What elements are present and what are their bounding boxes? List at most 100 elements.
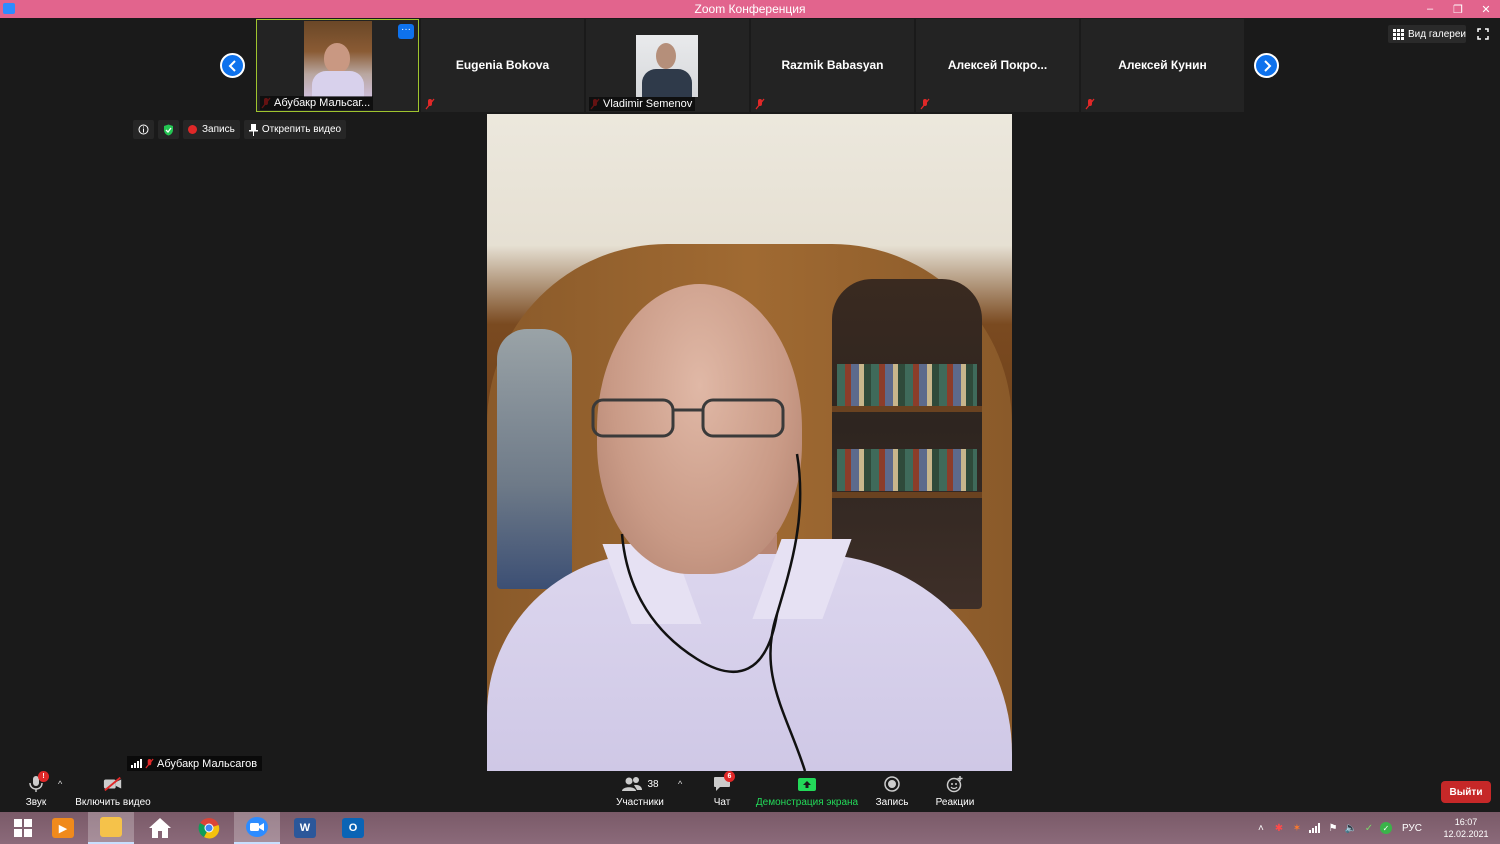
zoom-app-icon — [3, 3, 15, 14]
taskbar-chrome[interactable] — [186, 812, 232, 844]
taskbar-word[interactable]: W — [282, 812, 328, 844]
close-button[interactable]: ✕ — [1472, 0, 1500, 18]
audio-button[interactable]: ! Звук — [16, 771, 56, 812]
chevron-left-icon — [228, 59, 236, 72]
network-icon[interactable] — [1308, 821, 1322, 835]
record-icon — [884, 776, 900, 792]
share-screen-icon — [798, 777, 816, 791]
participants-button[interactable]: 38 Участники — [612, 772, 668, 812]
participant-tile[interactable]: Алексей Кунин — [1081, 19, 1244, 112]
grid-icon — [1393, 28, 1404, 40]
system-tray: ˄ ✱ ✶ ⚑ 🔈 ✓ ✓ РУС 16:07 12.02.2021 — [1252, 812, 1500, 844]
chat-label: Чат — [713, 797, 731, 808]
info-icon — [138, 124, 149, 135]
speaker-name: Абубакр Мальсагов — [157, 757, 258, 770]
recording-dot-icon — [188, 125, 197, 134]
participant-name: Алексей Кунин — [1118, 58, 1207, 72]
clock[interactable]: 16:07 12.02.2021 — [1436, 816, 1496, 840]
start-video-label: Включить видео — [75, 797, 151, 808]
participants-count: 38 — [647, 778, 659, 790]
window-title: Zoom Конференция — [694, 2, 806, 16]
participant-tile-self[interactable]: ··· Абубакр Мальсаг... — [256, 19, 419, 112]
recording-indicator[interactable]: Запись — [183, 120, 240, 139]
participant-tile[interactable]: Vladimir Semenov — [586, 19, 749, 112]
tray-chevron-up-icon[interactable]: ˄ — [1254, 821, 1268, 835]
participant-tile[interactable]: Алексей Покро... — [916, 19, 1079, 112]
tile-more-button[interactable]: ··· — [398, 24, 414, 39]
recording-label: Запись — [202, 124, 235, 135]
gallery-view-button[interactable]: Вид галереи — [1388, 25, 1466, 43]
media-player-icon: ▶ — [52, 818, 74, 838]
flag-icon[interactable]: ⚑ — [1326, 821, 1340, 835]
participant-name: Eugenia Bokova — [455, 58, 550, 72]
gallery-view-label: Вид галереи — [1408, 28, 1466, 40]
shield-icon — [164, 124, 173, 135]
taskbar-home[interactable] — [137, 812, 183, 844]
windows-logo-icon — [14, 819, 32, 837]
participant-tile[interactable]: Razmik Babasyan — [751, 19, 914, 112]
participant-name: Абубакр Мальсаг... — [260, 96, 374, 110]
taskbar-media-player[interactable]: ▶ — [40, 812, 86, 844]
gallery-prev-button[interactable] — [220, 53, 245, 78]
reactions-label: Реакции — [935, 797, 975, 808]
leave-meeting-button[interactable]: Выйти — [1441, 781, 1491, 803]
chat-button[interactable]: 6 Чат — [705, 771, 739, 812]
check-icon[interactable]: ✓ — [1379, 822, 1392, 834]
zoom-icon — [246, 817, 268, 837]
start-video-button[interactable]: Включить видео — [72, 772, 154, 812]
mic-muted-icon — [425, 98, 435, 110]
reactions-button[interactable]: Реакции — [932, 772, 978, 812]
minimize-button[interactable]: – — [1416, 0, 1444, 18]
reactions-icon — [946, 776, 963, 793]
window-controls: – ❐ ✕ — [1416, 0, 1500, 18]
meeting-area: ··· Абубакр Мальсаг... Eugenia Bokova Vl… — [0, 18, 1500, 772]
participants-label: Участники — [616, 797, 664, 808]
pin-icon — [248, 123, 258, 136]
clock-date: 12.02.2021 — [1443, 829, 1489, 839]
taskbar-zoom[interactable] — [234, 812, 280, 844]
chevron-right-icon — [1263, 59, 1271, 72]
signal-strength-icon — [131, 759, 142, 768]
clock-time: 16:07 — [1454, 817, 1478, 827]
gallery-next-button[interactable] — [1254, 53, 1279, 78]
participant-video-thumbnail — [304, 21, 372, 97]
mic-muted-icon — [145, 758, 154, 769]
taskbar-outlook[interactable]: O — [330, 812, 376, 844]
audio-options-caret[interactable]: ^ — [58, 779, 62, 789]
meeting-info-button[interactable] — [133, 120, 154, 139]
fullscreen-icon[interactable] — [1477, 28, 1489, 40]
windows-taskbar: ▶ W O ˄ ✱ ✶ ⚑ 🔈 ✓ ✓ РУС 16:07 12.02.2021 — [0, 812, 1500, 844]
meeting-toolbar: ! Звук ^ Включить видео 38 Участники ^ 6… — [0, 771, 1500, 812]
share-screen-button[interactable]: Демонстрация экрана — [755, 772, 859, 812]
meeting-info-bar: Запись Открепить видео — [133, 120, 347, 139]
encryption-button[interactable] — [158, 120, 179, 139]
participant-tile[interactable]: Eugenia Bokova — [421, 19, 584, 112]
participant-name: Алексей Покро... — [947, 58, 1048, 72]
participants-options-caret[interactable]: ^ — [678, 779, 682, 789]
participant-name: Vladimir Semenov — [589, 97, 696, 111]
chrome-icon — [198, 818, 220, 839]
home-icon — [149, 818, 171, 838]
video-off-icon — [103, 776, 122, 792]
record-label: Запись — [875, 797, 909, 808]
participants-icon — [622, 777, 643, 791]
language-indicator[interactable]: РУС — [1402, 823, 1422, 834]
tray-app-icon[interactable]: ✶ — [1290, 821, 1304, 835]
antivirus-icon[interactable]: ✱ — [1272, 821, 1286, 835]
unpin-video-button[interactable]: Открепить видео — [243, 120, 347, 139]
share-screen-label: Демонстрация экрана — [755, 797, 859, 808]
mic-muted-icon — [755, 98, 765, 110]
taskbar-file-explorer[interactable] — [88, 812, 134, 844]
folder-icon — [100, 817, 122, 837]
restore-button[interactable]: ❐ — [1444, 0, 1472, 18]
shield-tray-icon[interactable]: ✓ — [1362, 821, 1376, 835]
mic-muted-icon — [1085, 98, 1095, 110]
participant-video-thumbnail — [636, 35, 698, 97]
volume-icon[interactable]: 🔈 — [1344, 821, 1358, 835]
mic-muted-icon — [920, 98, 930, 110]
word-icon: W — [294, 818, 316, 838]
chat-unread-badge: 6 — [724, 771, 735, 782]
unpin-video-label: Открепить видео — [261, 124, 342, 135]
audio-label: Звук — [25, 797, 47, 808]
record-button[interactable]: Запись — [872, 772, 912, 812]
